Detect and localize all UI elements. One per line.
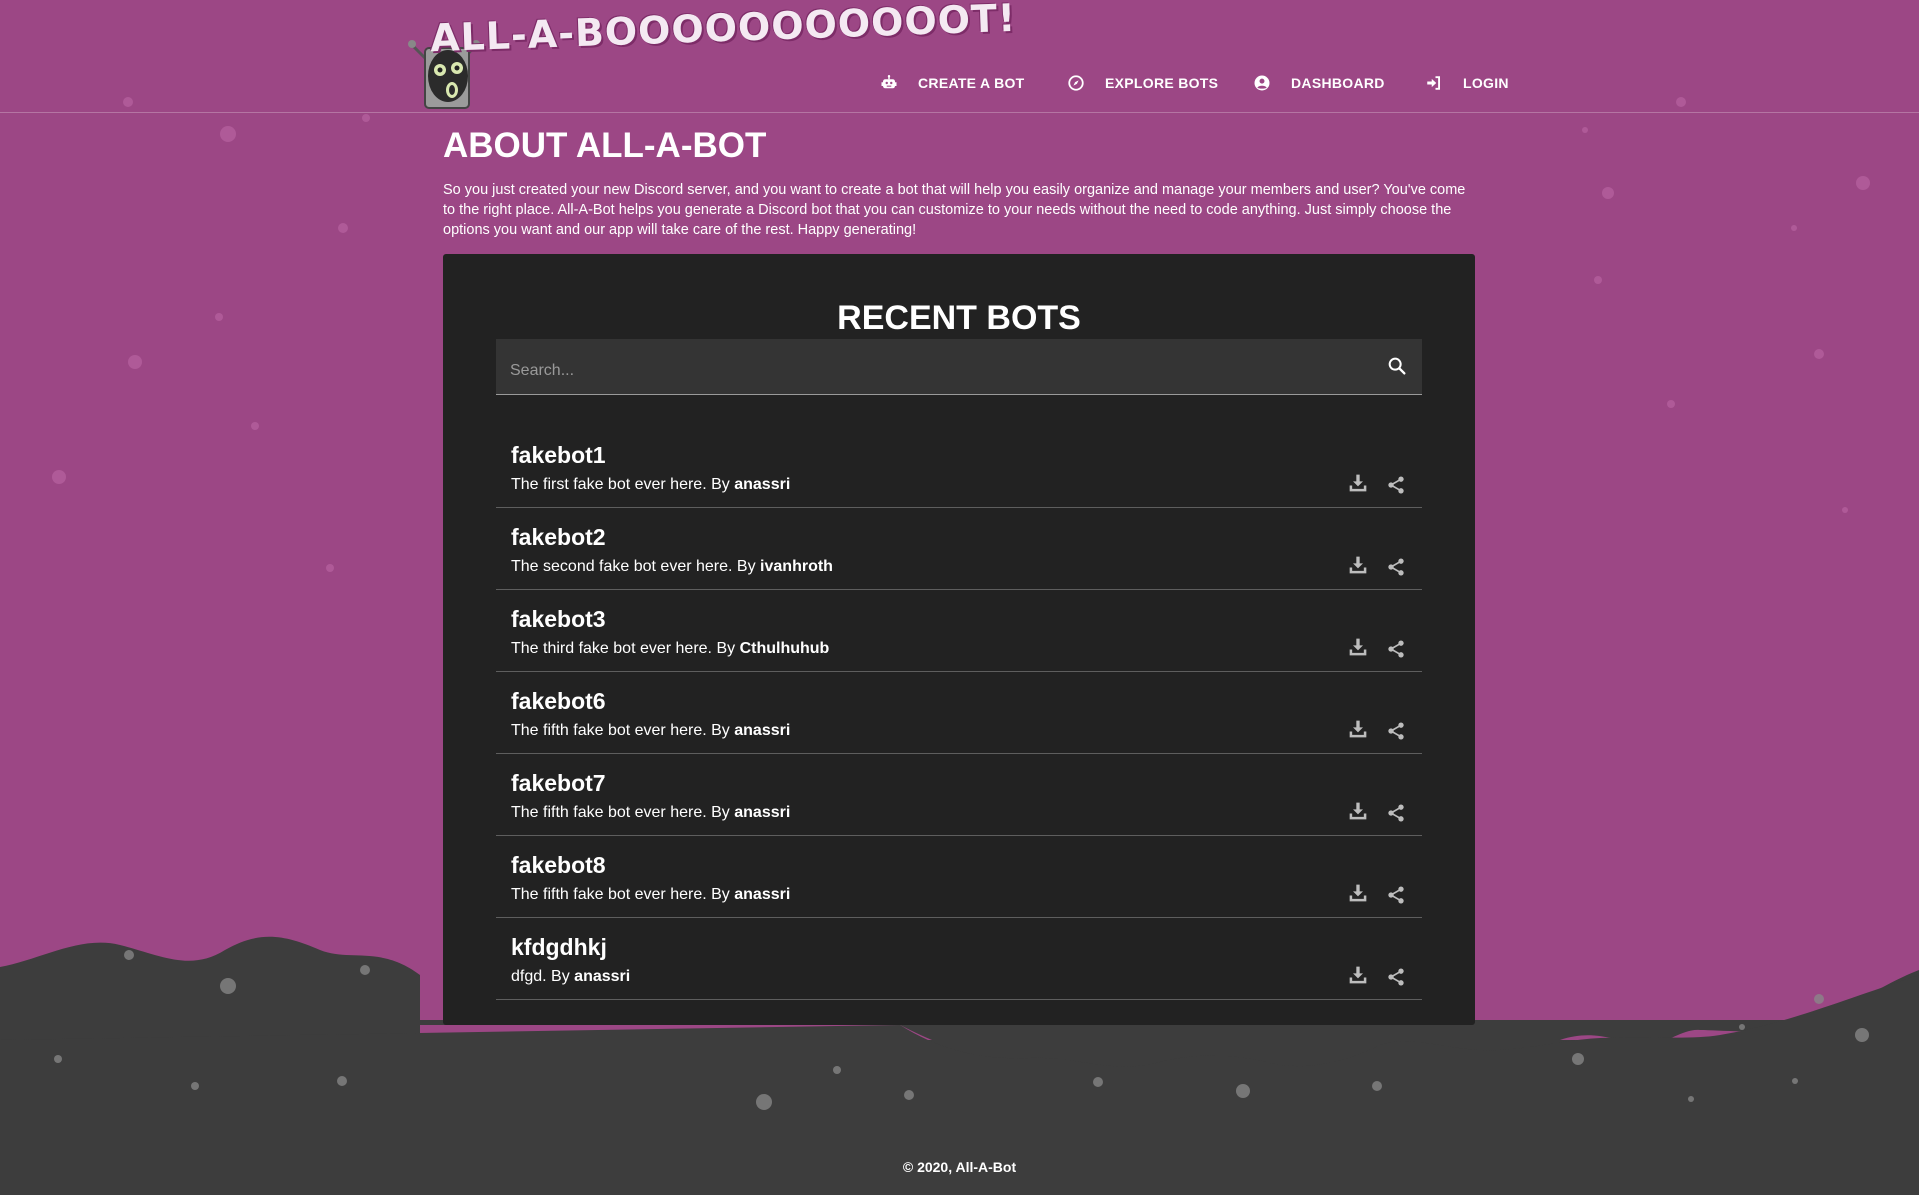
bot-description: The fifth fake bot ever here. By anassri [511, 886, 790, 904]
bot-description-text: The fifth fake bot ever here. [511, 886, 707, 903]
bot-description: The fifth fake bot ever here. By anassri [511, 722, 790, 740]
bot-description: The second fake bot ever here. By ivanhr… [511, 558, 833, 576]
recent-bots-title: RECENT BOTS [837, 299, 1081, 337]
download-icon[interactable] [1348, 965, 1368, 985]
bot-list-item: fakebot6 The fifth fake bot ever here. B… [496, 673, 1422, 754]
compass-icon [1068, 75, 1084, 91]
about-title: ABOUT ALL-A-BOT [443, 126, 767, 165]
share-icon[interactable] [1386, 557, 1406, 577]
bot-list-item: fakebot3 The third fake bot ever here. B… [496, 591, 1422, 672]
bot-author: anassri [734, 886, 791, 903]
by-label: By [711, 804, 730, 821]
bot-list-item: fakebot8 The fifth fake bot ever here. B… [496, 837, 1422, 918]
by-label: By [711, 476, 730, 493]
bot-list-item: fakebot2 The second fake bot ever here. … [496, 509, 1422, 590]
bot-author: ivanhroth [760, 558, 833, 575]
bot-description-text: The fifth fake bot ever here. [511, 804, 707, 821]
bot-name[interactable]: fakebot1 [511, 442, 606, 469]
by-label: By [711, 886, 730, 903]
share-icon[interactable] [1386, 721, 1406, 741]
nav-create-a-bot[interactable]: CREATE A BOT [880, 74, 1025, 92]
search-input[interactable] [508, 359, 1372, 383]
share-icon[interactable] [1386, 639, 1406, 659]
bot-description-text: The fifth fake bot ever here. [511, 722, 707, 739]
sign-in-icon [1427, 76, 1440, 90]
bot-description-text: dfgd. [511, 968, 547, 985]
bot-author: Cthulhuhub [739, 640, 830, 657]
bot-name[interactable]: fakebot7 [511, 770, 606, 797]
share-icon[interactable] [1386, 803, 1406, 823]
bot-name[interactable]: fakebot3 [511, 606, 606, 633]
about-description: So you just created your new Discord ser… [443, 182, 1466, 238]
download-icon[interactable] [1348, 473, 1368, 493]
nav-login[interactable]: LOGIN [1425, 74, 1509, 92]
by-label: By [711, 722, 730, 739]
bot-name[interactable]: kfdgdhkj [511, 934, 607, 961]
bot-list: fakebot1 The first fake bot ever here. B… [496, 427, 1422, 1001]
download-icon[interactable] [1348, 555, 1368, 575]
nav-label: DASHBOARD [1291, 75, 1385, 91]
by-label: By [716, 640, 736, 657]
search-bar [496, 339, 1422, 395]
bot-description-text: The first fake bot ever here. [511, 476, 707, 493]
by-label: By [736, 558, 756, 575]
nav-explore-bots[interactable]: EXPLORE BOTS [1067, 74, 1218, 92]
share-icon[interactable] [1386, 885, 1406, 905]
bot-description: The fifth fake bot ever here. By anassri [511, 804, 790, 822]
search-icon[interactable] [1386, 355, 1408, 377]
download-icon[interactable] [1348, 801, 1368, 821]
bot-author: anassri [734, 722, 791, 739]
site-header: ALL-A-BOOOOOOOOOOOT! CREATE A BOT EXPLOR… [0, 0, 1919, 113]
bot-author: anassri [734, 804, 791, 821]
nav-label: CREATE A BOT [918, 75, 1025, 91]
bot-name[interactable]: fakebot8 [511, 852, 606, 879]
bot-author: anassri [574, 968, 631, 985]
nav-dashboard[interactable]: DASHBOARD [1253, 74, 1385, 92]
bot-description: The first fake bot ever here. By anassri [511, 476, 790, 494]
nav-label: EXPLORE BOTS [1105, 75, 1219, 91]
bot-description: The third fake bot ever here. By Cthulhu… [511, 640, 829, 658]
bot-description-text: The second fake bot ever here. [511, 558, 733, 575]
share-icon[interactable] [1386, 967, 1406, 987]
recent-bots-panel: RECENT BOTS fakebot1 The first fake bot … [443, 254, 1475, 1025]
robot-icon [881, 75, 897, 89]
bot-list-item: kfdgdhkj dfgd. By anassri [496, 919, 1422, 1000]
bot-list-item: fakebot7 The fifth fake bot ever here. B… [496, 755, 1422, 836]
footer-copyright: © 2020, All-A-Bot [902, 1159, 1017, 1175]
download-icon[interactable] [1348, 719, 1368, 739]
bot-list-item: fakebot1 The first fake bot ever here. B… [496, 427, 1422, 508]
download-icon[interactable] [1348, 637, 1368, 657]
user-circle-icon [1254, 75, 1270, 91]
share-icon[interactable] [1386, 475, 1406, 495]
bot-name[interactable]: fakebot2 [511, 524, 606, 551]
bot-description-text: The third fake bot ever here. [511, 640, 712, 657]
nav-label: LOGIN [1463, 75, 1509, 91]
bot-author: anassri [734, 476, 791, 493]
bot-description: dfgd. By anassri [511, 968, 630, 986]
download-icon[interactable] [1348, 883, 1368, 903]
bot-name[interactable]: fakebot6 [511, 688, 606, 715]
by-label: By [551, 968, 570, 985]
